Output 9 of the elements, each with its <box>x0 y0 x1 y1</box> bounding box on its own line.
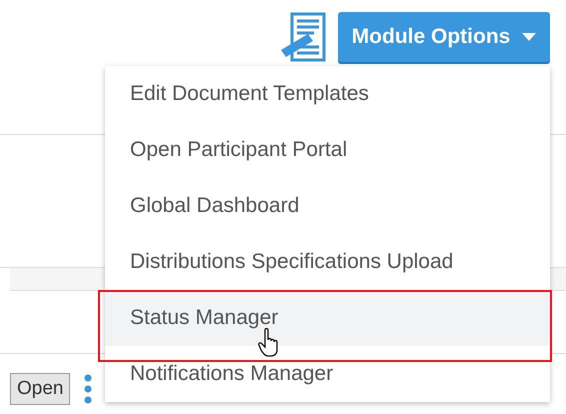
menu-item[interactable]: Global Dashboard <box>105 178 550 234</box>
open-button[interactable]: Open <box>10 373 70 405</box>
kebab-menu-icon[interactable] <box>84 374 92 404</box>
menu-item[interactable]: Open Participant Portal <box>105 122 550 178</box>
menu-item[interactable]: Status Manager <box>105 290 550 346</box>
caret-icon <box>522 33 536 41</box>
menu-item[interactable]: Notifications Manager <box>105 346 550 402</box>
menu-item[interactable]: Distributions Specifications Upload <box>105 234 550 290</box>
menu-item[interactable]: Edit Document Templates <box>105 66 550 122</box>
